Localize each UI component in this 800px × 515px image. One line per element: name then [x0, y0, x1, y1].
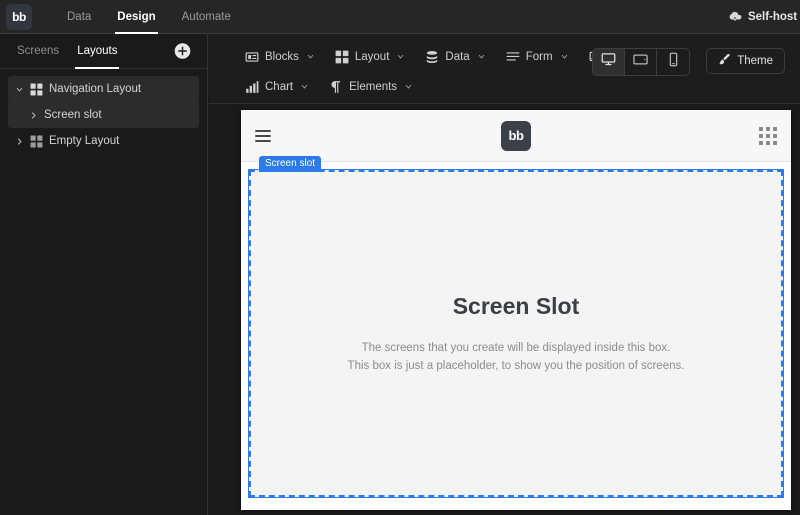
- device-preview-toggle: [592, 48, 690, 76]
- tree-item-navigation-layout[interactable]: Navigation Layout: [8, 76, 199, 102]
- device-desktop-button[interactable]: [593, 49, 625, 75]
- tree-item-empty-layout-label: Empty Layout: [49, 135, 120, 147]
- cloud-download-icon: [728, 9, 742, 26]
- tab-automate[interactable]: Automate: [169, 0, 244, 34]
- toolbar-elements-label: Elements: [349, 81, 398, 93]
- pilcrow-icon: [329, 80, 343, 94]
- device-mobile-button[interactable]: [657, 49, 689, 75]
- tab-design-label: Design: [117, 10, 156, 23]
- mobile-icon: [666, 52, 681, 72]
- tree-group-navigation-layout: Navigation Layout Screen slot: [8, 76, 199, 128]
- chevron-right-icon[interactable]: [28, 111, 38, 120]
- left-sidebar: Screens Layouts Navigation Layout Screen…: [0, 34, 208, 515]
- top-nav: Data Design Automate: [54, 0, 244, 34]
- sidebar-tab-screens[interactable]: Screens: [8, 34, 68, 69]
- toolbar-form-button[interactable]: Form: [500, 46, 579, 68]
- toolbar-row-2: Chart Elements: [209, 72, 800, 102]
- tab-design[interactable]: Design: [104, 0, 168, 34]
- tree-item-screen-slot[interactable]: Screen slot: [8, 102, 199, 128]
- form-lines-icon: [506, 50, 520, 64]
- dot-grid-icon[interactable]: [759, 126, 777, 145]
- chevron-down-icon[interactable]: [14, 85, 24, 94]
- device-tablet-button[interactable]: [625, 49, 657, 75]
- screen-slot-tag[interactable]: Screen slot: [259, 156, 322, 172]
- chevron-down-icon: [300, 82, 309, 93]
- chevron-down-icon: [396, 52, 405, 63]
- toolbar-layout-label: Layout: [354, 51, 390, 63]
- app-preview: bb Screen slot Screen Slot The screens t…: [241, 110, 791, 510]
- tree-item-navigation-layout-label: Navigation Layout: [49, 83, 142, 95]
- toolbar-layout-button[interactable]: Layout: [329, 46, 416, 68]
- chevron-down-icon: [306, 52, 315, 63]
- tree-item-screen-slot-label: Screen slot: [44, 109, 102, 121]
- sidebar-tabs: Screens Layouts: [0, 34, 207, 69]
- component-toolbar: Blocks Layout Data Form Chart Elements T…: [209, 34, 800, 104]
- top-bar: bb Data Design Automate Self-host E: [0, 0, 800, 34]
- app-logo-text: bb: [12, 9, 26, 24]
- tab-automate-label: Automate: [181, 10, 231, 23]
- toolbar-blocks-label: Blocks: [265, 51, 299, 63]
- self-host-label: Self-host E: [747, 11, 800, 23]
- bar-chart-icon: [245, 80, 259, 94]
- app-logo[interactable]: bb: [6, 3, 32, 30]
- preview-logo: bb: [501, 120, 531, 151]
- grid-icon: [30, 83, 43, 96]
- tablet-icon: [633, 52, 648, 72]
- toolbar-chart-button[interactable]: Chart: [239, 76, 319, 98]
- preview-logo-text: bb: [508, 128, 524, 143]
- sidebar-tab-screens-label: Screens: [17, 45, 60, 57]
- toolbar-form-label: Form: [525, 51, 553, 63]
- layouts-tree: Navigation Layout Screen slot Empty Layo…: [0, 69, 207, 154]
- app-root: bb Data Design Automate Self-host E: [0, 0, 800, 515]
- tab-data[interactable]: Data: [54, 0, 104, 34]
- toolbar-chart-label: Chart: [265, 81, 294, 93]
- hamburger-menu-icon[interactable]: [255, 127, 271, 145]
- chevron-down-icon: [404, 82, 413, 93]
- sidebar-tab-layouts-label: Layouts: [77, 45, 118, 57]
- preview-app-header: bb: [241, 110, 791, 162]
- self-host-button[interactable]: Self-host E: [728, 0, 800, 34]
- tree-item-empty-layout[interactable]: Empty Layout: [8, 128, 199, 154]
- chevron-right-icon[interactable]: [14, 137, 24, 146]
- desktop-icon: [601, 52, 616, 72]
- toolbar-data-button[interactable]: Data: [419, 46, 495, 68]
- theme-label: Theme: [737, 55, 773, 67]
- chevron-down-icon: [560, 52, 569, 63]
- database-icon: [425, 50, 439, 64]
- sidebar-tab-layouts[interactable]: Layouts: [68, 34, 126, 69]
- screen-slot-description: The screens that you create will be disp…: [348, 339, 685, 375]
- grid-icon: [30, 135, 43, 148]
- chevron-down-icon: [477, 52, 486, 63]
- screen-slot-title: Screen Slot: [452, 292, 580, 319]
- screen-slot-description-line1: The screens that you create will be disp…: [361, 341, 671, 354]
- plus-circle-icon[interactable]: [174, 43, 191, 60]
- screen-slot-region[interactable]: Screen slot Screen Slot The screens that…: [248, 156, 784, 498]
- design-canvas: bb Screen slot Screen Slot The screens t…: [209, 105, 800, 515]
- tab-data-label: Data: [67, 10, 92, 23]
- theme-button[interactable]: Theme: [706, 48, 785, 74]
- toolbar-data-label: Data: [445, 51, 470, 63]
- toolbar-blocks-button[interactable]: Blocks: [239, 46, 325, 68]
- screen-slot-description-line2: This box is just a placeholder, to show …: [347, 359, 685, 372]
- paintbrush-icon: [718, 53, 731, 69]
- blocks-icon: [245, 50, 259, 64]
- layout-grid-icon: [335, 50, 349, 64]
- toolbar-elements-button[interactable]: Elements: [323, 76, 423, 98]
